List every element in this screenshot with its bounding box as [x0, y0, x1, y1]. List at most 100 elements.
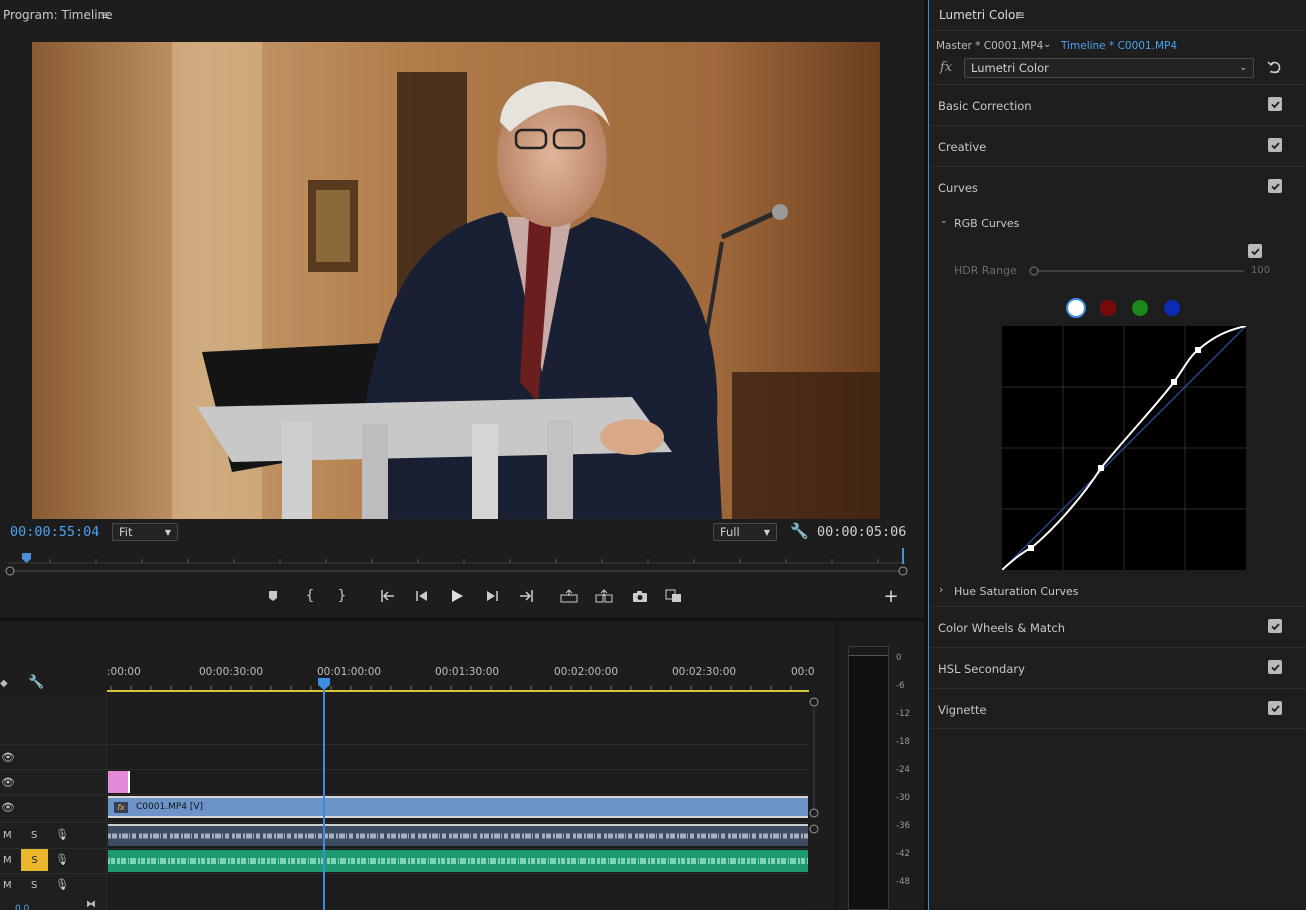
checkbox-icon[interactable]	[1268, 701, 1282, 715]
meter-db-label: -36	[896, 821, 910, 831]
audio-clip-2[interactable]	[108, 850, 808, 872]
section-color-wheels[interactable]: Color Wheels & Match	[930, 606, 1306, 647]
track-separator	[0, 769, 808, 770]
lift-icon[interactable]	[559, 587, 579, 605]
chevron-right-icon[interactable]: ›	[939, 583, 943, 596]
curve-point[interactable]	[1028, 545, 1034, 551]
red-channel-button[interactable]	[1100, 300, 1116, 316]
chevron-down-icon[interactable]: ⌄	[1043, 39, 1051, 50]
checkbox-icon[interactable]	[1268, 138, 1282, 152]
microphone-icon[interactable]: 🎙	[55, 853, 69, 866]
curve-point[interactable]	[1195, 347, 1201, 353]
adjustment-clip[interactable]	[108, 771, 130, 793]
resolution-value: Full	[720, 525, 740, 539]
green-channel-button[interactable]	[1132, 300, 1148, 316]
track-separator	[0, 794, 808, 795]
camera-icon[interactable]	[630, 587, 650, 605]
panel-menu-icon[interactable]: ≡	[1015, 8, 1025, 22]
curve-point[interactable]	[1171, 379, 1177, 385]
section-basic-correction[interactable]: Basic Correction	[930, 84, 1306, 125]
zoom-select[interactable]: Fit ▼	[112, 523, 178, 541]
mark-in-button[interactable]: {	[300, 587, 320, 605]
microphone-icon[interactable]: 🎙	[55, 878, 69, 891]
section-title: Basic Correction	[938, 99, 1032, 113]
tab-master-clip[interactable]: Master * C0001.MP4	[936, 40, 1043, 52]
timeline-ruler[interactable]	[107, 680, 809, 694]
solo-button-active[interactable]: S	[21, 849, 48, 871]
fx-icon: fx	[940, 60, 953, 75]
vertical-scrollbar[interactable]	[808, 695, 820, 835]
ruler-label: 00:02:00:00	[554, 666, 619, 678]
zoom-handle-icon[interactable]: ⧓	[86, 899, 96, 910]
checkbox-icon[interactable]	[1268, 179, 1282, 193]
go-to-out-icon[interactable]	[516, 587, 536, 605]
mute-button[interactable]: M	[3, 855, 12, 866]
track-headers	[0, 695, 107, 910]
wrench-icon[interactable]: 🔧	[28, 675, 44, 690]
chevron-down-icon[interactable]: ⌄	[940, 216, 948, 226]
video-frame[interactable]	[32, 42, 880, 519]
ruler-label: 00:01:00:00	[317, 666, 382, 678]
reset-icon[interactable]	[1267, 60, 1282, 75]
audio-clip-1[interactable]	[108, 824, 808, 846]
track-separator	[0, 848, 808, 849]
section-hsl-secondary[interactable]: HSL Secondary	[930, 647, 1306, 688]
eye-icon[interactable]: 👁	[1, 801, 15, 814]
section-vignette[interactable]: Vignette	[930, 688, 1306, 729]
luma-channel-button[interactable]	[1066, 298, 1086, 318]
waveform	[108, 858, 808, 864]
wrench-icon[interactable]: 🔧	[790, 522, 809, 540]
mute-button[interactable]: M	[3, 880, 12, 891]
eye-icon[interactable]: 👁	[1, 751, 15, 764]
rgb-curve-graph[interactable]	[1002, 326, 1246, 570]
hdr-range-slider[interactable]	[1028, 264, 1248, 278]
program-scrub-bar[interactable]	[0, 548, 924, 580]
meter-db-label: -30	[896, 793, 910, 803]
section-creative[interactable]: Creative	[930, 125, 1306, 166]
comparison-view-icon[interactable]	[664, 587, 684, 605]
tab-timeline-clip[interactable]: Timeline * C0001.MP4	[1061, 40, 1177, 52]
solo-button[interactable]: S	[31, 880, 37, 891]
microphone-icon[interactable]: 🎙	[55, 828, 69, 841]
curve-point[interactable]	[1098, 465, 1104, 471]
meter-db-label: -18	[896, 737, 910, 747]
step-back-icon[interactable]	[412, 587, 432, 605]
checkbox-icon[interactable]	[1268, 97, 1282, 111]
chevron-down-icon: ▼	[763, 527, 770, 537]
add-button-icon[interactable]: +	[881, 586, 901, 607]
mark-out-button[interactable]: }	[332, 587, 352, 605]
add-marker-button[interactable]	[263, 587, 283, 605]
marker-icon[interactable]: ◆	[0, 678, 8, 689]
playhead-handle[interactable]	[318, 678, 330, 690]
checkbox-icon[interactable]	[1268, 660, 1282, 674]
meter-db-label: -24	[896, 765, 910, 775]
hue-saturation-curves-title[interactable]: Hue Saturation Curves	[954, 585, 1079, 598]
checkbox-icon[interactable]	[1268, 619, 1282, 633]
solo-button[interactable]: S	[31, 830, 37, 841]
solo-label: S	[31, 854, 38, 866]
video-clip[interactable]: fx C0001.MP4 [V]	[108, 796, 808, 818]
eye-icon[interactable]: 👁	[1, 776, 15, 789]
mute-button[interactable]: M	[3, 830, 12, 841]
program-monitor-panel: Program: Timeline ≡ 00:00:55:04 Fit ▼ Fu…	[0, 0, 924, 618]
playhead[interactable]	[323, 680, 325, 910]
effect-select[interactable]: Lumetri Color ⌄	[964, 58, 1254, 78]
rgb-curves-title[interactable]: RGB Curves	[954, 217, 1019, 230]
track-separator	[0, 822, 808, 823]
checkbox-icon[interactable]	[1248, 244, 1262, 258]
section-curves[interactable]: Curves	[930, 166, 1306, 207]
panel-menu-icon[interactable]: ≡	[100, 8, 110, 22]
lumetri-title[interactable]: Lumetri Color	[939, 8, 1020, 22]
clip-name: C0001.MP4 [V]	[136, 802, 204, 812]
play-button[interactable]	[447, 587, 467, 605]
section-title: Curves	[938, 181, 978, 195]
extract-icon[interactable]	[594, 587, 614, 605]
program-title[interactable]: Program: Timeline	[3, 8, 113, 22]
ruler-label: 00:02:30:00	[672, 666, 737, 678]
section-title: Color Wheels & Match	[938, 621, 1066, 635]
step-forward-icon[interactable]	[482, 587, 502, 605]
resolution-select[interactable]: Full ▼	[713, 523, 777, 541]
current-timecode[interactable]: 00:00:55:04	[10, 524, 99, 540]
go-to-in-icon[interactable]	[378, 587, 398, 605]
blue-channel-button[interactable]	[1164, 300, 1180, 316]
